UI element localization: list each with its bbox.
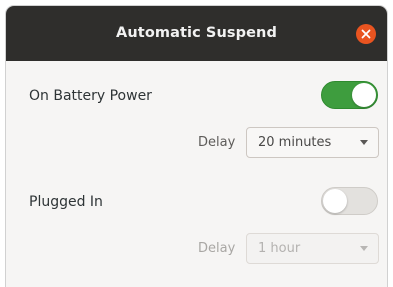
battery-delay-label: Delay <box>198 135 236 150</box>
chevron-down-icon <box>360 246 368 251</box>
plugged-delay-dropdown: 1 hour <box>246 233 379 264</box>
switch-knob <box>352 83 376 107</box>
close-button[interactable] <box>356 24 376 44</box>
title-bar: Automatic Suspend <box>6 6 387 61</box>
battery-delay-value: 20 minutes <box>258 135 332 150</box>
plugged-in-label: Plugged In <box>29 194 103 210</box>
close-icon <box>361 29 371 39</box>
chevron-down-icon <box>360 140 368 145</box>
on-battery-power-label: On Battery Power <box>29 88 152 104</box>
dialog-title: Automatic Suspend <box>116 25 277 41</box>
plugged-delay-value: 1 hour <box>258 241 301 256</box>
automatic-suspend-dialog: Automatic Suspend On Battery Power Delay… <box>6 6 387 287</box>
switch-knob <box>323 189 347 213</box>
battery-delay-dropdown[interactable]: 20 minutes <box>246 127 379 158</box>
plugged-delay-label: Delay <box>198 241 236 256</box>
plugged-in-switch[interactable] <box>321 187 378 215</box>
on-battery-power-switch[interactable] <box>321 81 378 109</box>
